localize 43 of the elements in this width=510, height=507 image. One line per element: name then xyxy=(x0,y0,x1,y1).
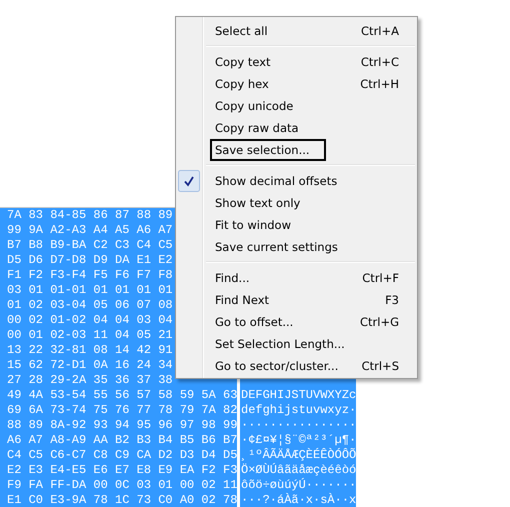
menu-item[interactable]: Show text only xyxy=(178,192,415,214)
menu-item[interactable]: Go to offset... Ctrl+G xyxy=(178,311,415,333)
hex-bytes: 99 9A A2-A3 A4 A5 A6 A7 xyxy=(7,223,173,238)
hex-bytes: 7A 83 84-85 86 87 88 89 xyxy=(7,208,173,223)
hex-bytes: A6 A7 A8-A9 AA B2 B3 B4 B5 B6 B7 xyxy=(7,433,238,448)
text-bytes: ················ xyxy=(241,418,356,433)
hex-bytes: 03 01 01-01 01 01 01 01 xyxy=(7,283,173,298)
hex-bytes: 13 22 32-81 08 14 42 91 xyxy=(7,343,173,358)
hex-bytes: 01 02 03-04 05 06 07 08 xyxy=(7,298,173,313)
hex-bytes: F1 F2 F3-F4 F5 F6 F7 F8 xyxy=(7,268,173,283)
text-bytes: Ö×ØÙÚâãäåæçèéêòó xyxy=(241,463,356,478)
menu-item[interactable]: Select all Ctrl+A xyxy=(178,20,415,42)
hex-bytes: C4 C5 C6-C7 C8 C9 CA D2 D3 D4 D5 xyxy=(7,448,238,463)
text-bytes: ôõö÷øùúýÚ······· xyxy=(241,478,356,493)
text-bytes: ·¢£¤¥¦§¨©ª²³´µ¶· xyxy=(241,433,356,448)
hex-bytes: B7 B8 B9-BA C2 C3 C4 C5 xyxy=(7,238,173,253)
menu-item[interactable]: Copy unicode xyxy=(178,95,415,117)
text-bytes: defghijstuvwxyz· xyxy=(241,403,356,418)
hex-bytes: E1 C0 E3-9A 78 1C 73 C0 A0 02 78 xyxy=(7,493,238,507)
hex-bytes: 00 01 02-03 11 04 05 21 xyxy=(7,328,173,343)
menu-item[interactable]: Save current settings xyxy=(178,236,415,258)
hex-bytes: E2 E3 E4-E5 E6 E7 E8 E9 EA F2 F3 xyxy=(7,463,238,478)
menu-item[interactable]: Copy hex Ctrl+H xyxy=(178,73,415,95)
menu-item[interactable]: Copy text Ctrl+C xyxy=(178,51,415,73)
hex-bytes: 00 02 01-02 04 04 03 04 xyxy=(7,313,173,328)
text-bytes: DEFGHIJSTUVWXYZc xyxy=(241,388,356,403)
hex-bytes: 27 28 29-2A 35 36 37 38 xyxy=(7,373,173,388)
menu-item[interactable]: Copy raw data xyxy=(178,117,415,139)
hex-bytes: 69 6A 73-74 75 76 77 78 79 7A 82 xyxy=(7,403,238,418)
menu-item[interactable]: Find... Ctrl+F xyxy=(178,267,415,289)
menu-item[interactable]: Fit to window xyxy=(178,214,415,236)
text-bytes: ¸¹ºÂÃÄÅÆÇÈÉÊÒÓÔÕ xyxy=(241,448,356,463)
menu-item[interactable]: Set Selection Length... xyxy=(178,333,415,355)
menu-item[interactable]: Go to sector/cluster... Ctrl+S xyxy=(178,355,415,377)
hex-bytes: 15 62 72-D1 0A 16 24 34 xyxy=(7,358,173,373)
menu-item[interactable]: Find Next F3 xyxy=(178,289,415,311)
hex-bytes: F9 FA FF-DA 00 0C 03 01 00 02 11 xyxy=(7,478,238,493)
hex-bytes: D5 D6 D7-D8 D9 DA E1 E2 xyxy=(7,253,173,268)
menu-item[interactable]: Show decimal offsets xyxy=(178,170,415,192)
text-bytes: ···?·áÀã·x·sÀ··x xyxy=(241,493,356,507)
hex-bytes: 49 4A 53-54 55 56 57 58 59 5A 63 xyxy=(7,388,238,403)
hex-bytes: 88 89 8A-92 93 94 95 96 97 98 99 xyxy=(7,418,238,433)
menu-item[interactable]: Save selection... xyxy=(178,139,415,161)
